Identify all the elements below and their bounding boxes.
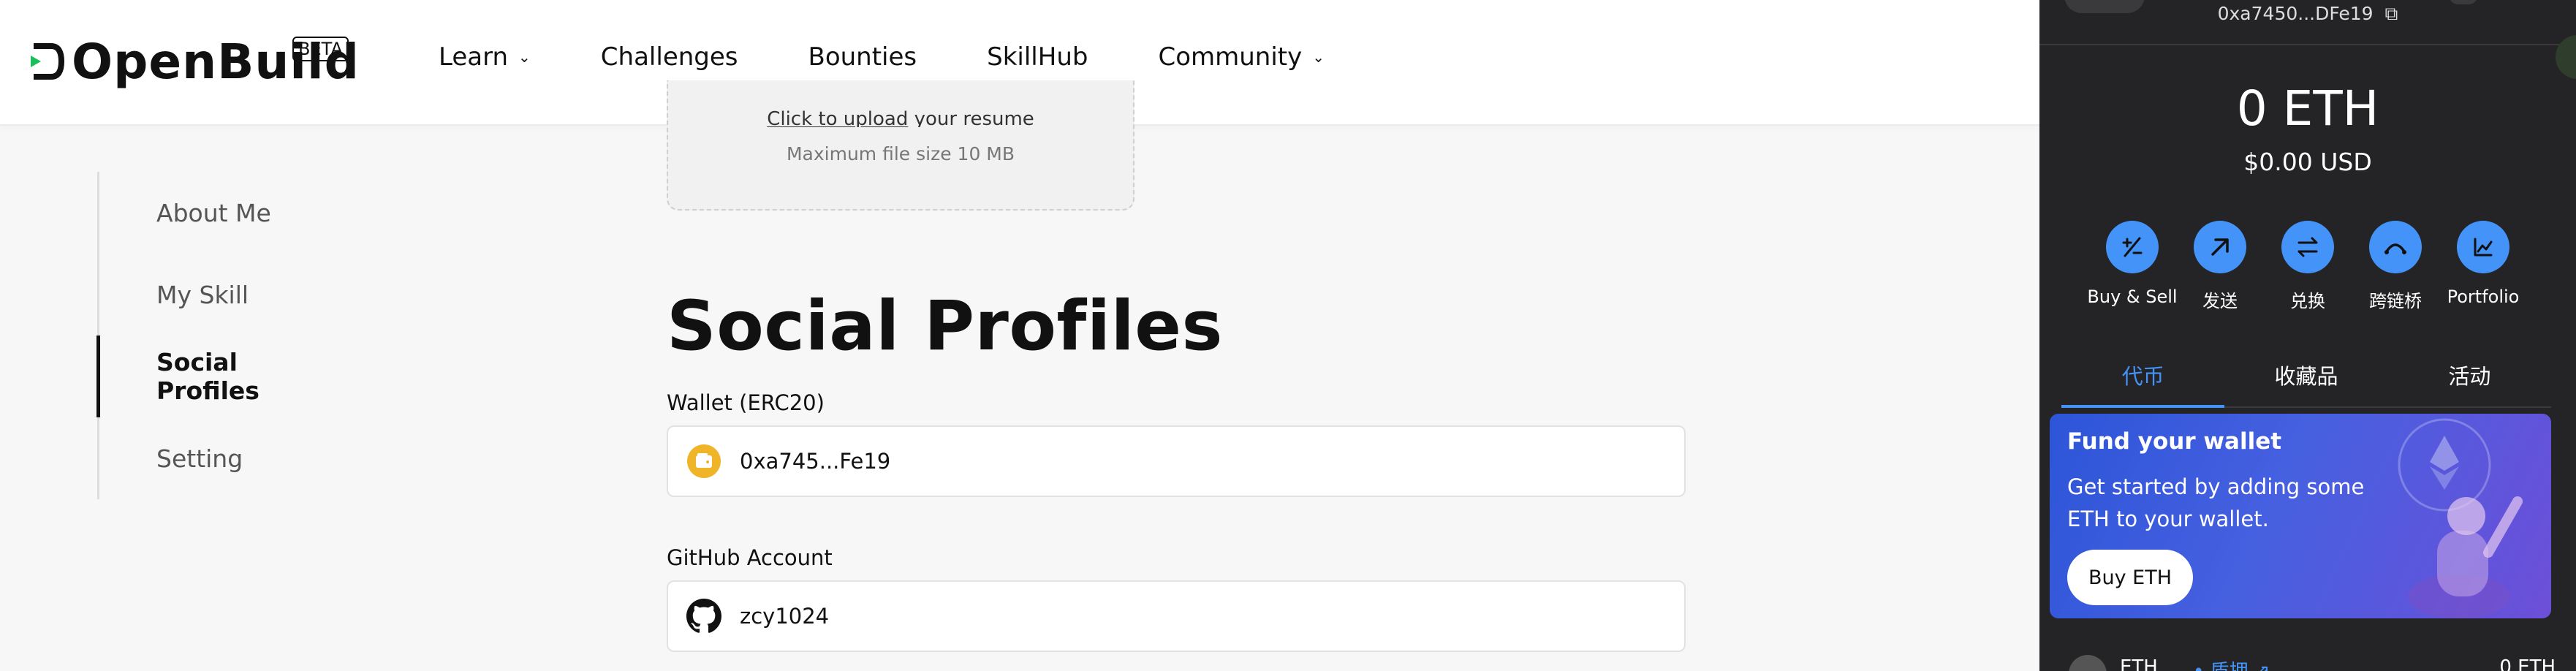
wallet-tabs: 代币 收藏品 活动 — [2061, 351, 2551, 408]
sidebar-item-label: My Skill — [156, 280, 249, 309]
nav-community[interactable]: Community ⌄ — [1158, 42, 1325, 72]
upload-instruction: Click to upload your resume — [668, 108, 1133, 127]
bridge-button[interactable]: 跨链桥 — [2352, 221, 2439, 312]
send-label: 发送 — [2202, 291, 2238, 311]
profile-sidebar: About Me My Skill Social Profiles Settin… — [96, 172, 341, 499]
account-address-text: 0xa7450...DFe19 — [2217, 3, 2374, 24]
nav-learn[interactable]: Learn ⌄ — [439, 42, 531, 72]
chevron-down-icon: ⌄ — [1312, 48, 1325, 66]
wallet-actions: Buy & Sell 发送 兑换 跨链桥 Portfolio — [2039, 221, 2576, 312]
token-stake-link[interactable]: • 质押 ⇗ — [2193, 656, 2270, 671]
beta-badge: BETA — [292, 37, 349, 61]
tab-tokens[interactable]: 代币 — [2061, 351, 2225, 408]
send-icon — [2194, 221, 2246, 273]
eth-balance: 0 ETH — [2236, 80, 2379, 137]
portfolio-icon — [2457, 221, 2509, 273]
copy-icon[interactable]: ⧉ — [2385, 3, 2398, 24]
send-button[interactable]: 发送 — [2176, 221, 2264, 312]
wallet-account-bar: 0xa7450...DFe19 ⧉ — [2039, 0, 2576, 45]
buy-sell-button[interactable]: Buy & Sell — [2087, 221, 2178, 312]
nav-learn-label: Learn — [439, 42, 509, 72]
github-icon — [686, 598, 722, 634]
fund-wallet-card: Fund your wallet Get started by adding s… — [2050, 414, 2551, 618]
nav-bounties[interactable]: Bounties — [808, 42, 917, 72]
nav-challenges-label: Challenges — [600, 42, 738, 72]
resume-upload-area[interactable]: Click to upload your resume Maximum file… — [667, 80, 1134, 211]
wallet-address-value: 0xa745...Fe19 — [740, 449, 891, 474]
sidebar-item-label: About Me — [156, 198, 271, 227]
usd-balance: $0.00 USD — [2243, 148, 2372, 176]
buy-sell-label: Buy & Sell — [2087, 287, 2178, 307]
eth-token-icon — [2069, 655, 2107, 671]
portfolio-button[interactable]: Portfolio — [2439, 221, 2527, 312]
token-name: ETH — [2120, 656, 2158, 671]
sidebar-item-setting[interactable]: Setting — [99, 417, 341, 499]
portfolio-label: Portfolio — [2447, 287, 2520, 307]
sidebar-item-label: Setting — [156, 444, 243, 473]
github-username-value: zcy1024 — [740, 604, 830, 629]
tab-nfts[interactable]: 收藏品 — [2224, 351, 2387, 406]
nav-skillhub-label: SkillHub — [987, 42, 1088, 72]
sidebar-item-my-skill[interactable]: My Skill — [99, 254, 341, 336]
bridge-icon — [2369, 221, 2422, 273]
token-amount: 0 ETH — [2499, 656, 2556, 671]
swap-label: 兑换 — [2290, 291, 2325, 311]
page-title: Social Profiles — [667, 287, 1223, 366]
upload-size-hint: Maximum file size 10 MB — [786, 143, 1015, 164]
wallet-field-label: Wallet (ERC20) — [667, 390, 825, 415]
openbuild-logo[interactable]: OpenBuild BETA — [29, 32, 360, 91]
bridge-label: 跨链桥 — [2369, 291, 2422, 311]
token-row-eth[interactable]: ETH • 质押 ⇗ 0 ETH — [2054, 649, 2566, 671]
nav-community-label: Community — [1158, 42, 1303, 72]
main-nav: Learn ⌄ Challenges Bounties SkillHub Com… — [439, 42, 1395, 72]
wallet-field[interactable]: 0xa745...Fe19 — [667, 425, 1686, 497]
github-field-label: GitHub Account — [667, 545, 833, 570]
buy-eth-button[interactable]: Buy ETH — [2067, 550, 2193, 605]
github-field[interactable]: zcy1024 — [667, 580, 1686, 652]
fund-card-description: Get started by adding some ETH to your w… — [2067, 474, 2365, 531]
sidebar-item-social-profiles[interactable]: Social Profiles — [96, 336, 341, 417]
wallet-icon — [686, 443, 722, 479]
buy-sell-icon — [2106, 221, 2159, 273]
swap-button[interactable]: 兑换 — [2264, 221, 2352, 312]
sidebar-item-about-me[interactable]: About Me — [99, 172, 341, 254]
logo-mark-icon — [31, 43, 64, 80]
tab-activity[interactable]: 活动 — [2388, 351, 2551, 406]
wallet-extension-panel: 0xa7450...DFe19 ⧉ 0 ETH $0.00 USD Buy & … — [2039, 0, 2576, 671]
swap-icon — [2281, 221, 2334, 273]
fund-card-title: Fund your wallet — [2067, 428, 2282, 455]
upload-link[interactable]: Click to upload — [767, 108, 908, 127]
nav-bounties-label: Bounties — [808, 42, 917, 72]
upload-line-text: your resume — [908, 108, 1034, 127]
nav-challenges[interactable]: Challenges — [601, 42, 738, 72]
account-address[interactable]: 0xa7450...DFe19 ⧉ — [2039, 3, 2576, 25]
sidebar-item-label: Social Profiles — [156, 348, 260, 405]
chevron-down-icon: ⌄ — [518, 48, 531, 66]
nav-skillhub[interactable]: SkillHub — [987, 42, 1088, 72]
